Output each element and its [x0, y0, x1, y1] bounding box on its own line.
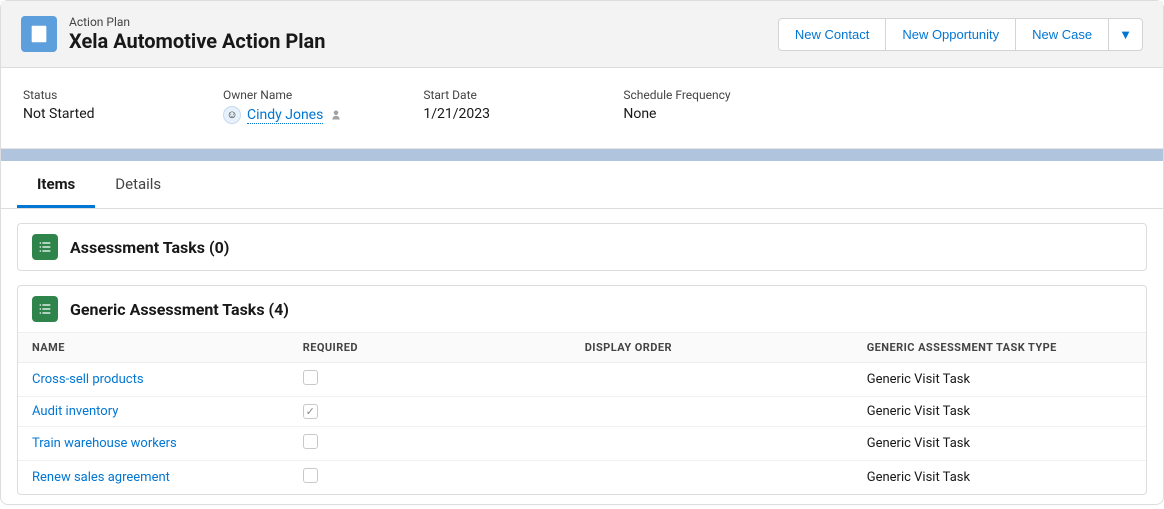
- task-type-cell: Generic Visit Task: [853, 427, 1146, 461]
- page-title: Xela Automotive Action Plan: [69, 29, 325, 53]
- display-order-cell: [571, 363, 853, 397]
- field-label: Start Date: [423, 88, 543, 102]
- task-list-icon: [32, 234, 58, 260]
- action-plan-icon: [21, 16, 57, 52]
- field-label: Status: [23, 88, 143, 102]
- new-case-button[interactable]: New Case: [1015, 18, 1109, 51]
- field-value: None: [623, 106, 743, 122]
- field-owner: Owner Name ☺ Cindy Jones: [223, 88, 343, 124]
- field-label: Schedule Frequency: [623, 88, 743, 102]
- card-header: Generic Assessment Tasks (4): [18, 286, 1146, 332]
- tabs: Items Details: [1, 161, 1163, 209]
- display-order-cell: [571, 461, 853, 495]
- highlights-panel: Status Not Started Owner Name ☺ Cindy Jo…: [1, 68, 1163, 149]
- required-checkbox: [303, 468, 318, 483]
- task-type-cell: Generic Visit Task: [853, 461, 1146, 495]
- col-type[interactable]: Generic Assessment Task Type: [853, 333, 1146, 363]
- display-order-cell: [571, 427, 853, 461]
- change-owner-icon[interactable]: [329, 108, 343, 122]
- chevron-down-icon: ▼: [1119, 27, 1132, 42]
- table-row: Renew sales agreement Generic Visit Task: [18, 461, 1146, 495]
- section-title: Assessment Tasks (0): [70, 238, 229, 257]
- field-value: ☺ Cindy Jones: [223, 106, 343, 124]
- object-label: Action Plan: [69, 15, 325, 29]
- header-titles: Action Plan Xela Automotive Action Plan: [69, 15, 325, 53]
- assessment-tasks-card: Assessment Tasks (0): [17, 223, 1147, 271]
- divider-band: [1, 149, 1163, 161]
- field-schedule: Schedule Frequency None: [623, 88, 743, 124]
- task-type-cell: Generic Visit Task: [853, 363, 1146, 397]
- required-checkbox: [303, 370, 318, 385]
- avatar: ☺: [223, 106, 241, 124]
- table-header-row: Name Required Display Order Generic Asse…: [18, 333, 1146, 363]
- new-contact-button[interactable]: New Contact: [778, 18, 886, 51]
- task-link[interactable]: Audit inventory: [32, 404, 118, 419]
- new-opportunity-button[interactable]: New Opportunity: [885, 18, 1016, 51]
- tab-content: Assessment Tasks (0) Generic Assessment …: [1, 209, 1163, 509]
- col-name[interactable]: Name: [18, 333, 289, 363]
- field-value: 1/21/2023: [423, 106, 543, 122]
- field-start-date: Start Date 1/21/2023: [423, 88, 543, 124]
- tab-details[interactable]: Details: [95, 161, 181, 208]
- tab-items[interactable]: Items: [17, 161, 95, 208]
- task-link[interactable]: Cross-sell products: [32, 372, 144, 387]
- task-list-icon: [32, 296, 58, 322]
- generic-tasks-table: Name Required Display Order Generic Asse…: [18, 332, 1146, 494]
- card-header: Assessment Tasks (0): [18, 224, 1146, 270]
- table-row: Audit inventory Generic Visit Task: [18, 397, 1146, 427]
- section-title: Generic Assessment Tasks (4): [70, 300, 289, 319]
- field-label: Owner Name: [223, 88, 343, 102]
- table-row: Train warehouse workers Generic Visit Tas…: [18, 427, 1146, 461]
- task-type-cell: Generic Visit Task: [853, 397, 1146, 427]
- task-link[interactable]: Renew sales agreement: [32, 470, 170, 485]
- field-value: Not Started: [23, 106, 143, 122]
- generic-tasks-card: Generic Assessment Tasks (4) Name Requir…: [17, 285, 1147, 495]
- col-display-order[interactable]: Display Order: [571, 333, 853, 363]
- task-link[interactable]: Train warehouse workers: [32, 436, 177, 451]
- table-row: Cross-sell products Generic Visit Task: [18, 363, 1146, 397]
- field-status: Status Not Started: [23, 88, 143, 124]
- header-actions: New Contact New Opportunity New Case ▼: [778, 18, 1143, 51]
- display-order-cell: [571, 397, 853, 427]
- page-header: Action Plan Xela Automotive Action Plan …: [1, 1, 1163, 68]
- more-actions-button[interactable]: ▼: [1108, 18, 1143, 51]
- header-left: Action Plan Xela Automotive Action Plan: [21, 15, 325, 53]
- required-checkbox: [303, 434, 318, 449]
- required-checkbox: [303, 404, 318, 419]
- owner-link[interactable]: Cindy Jones: [247, 107, 323, 124]
- col-required[interactable]: Required: [289, 333, 571, 363]
